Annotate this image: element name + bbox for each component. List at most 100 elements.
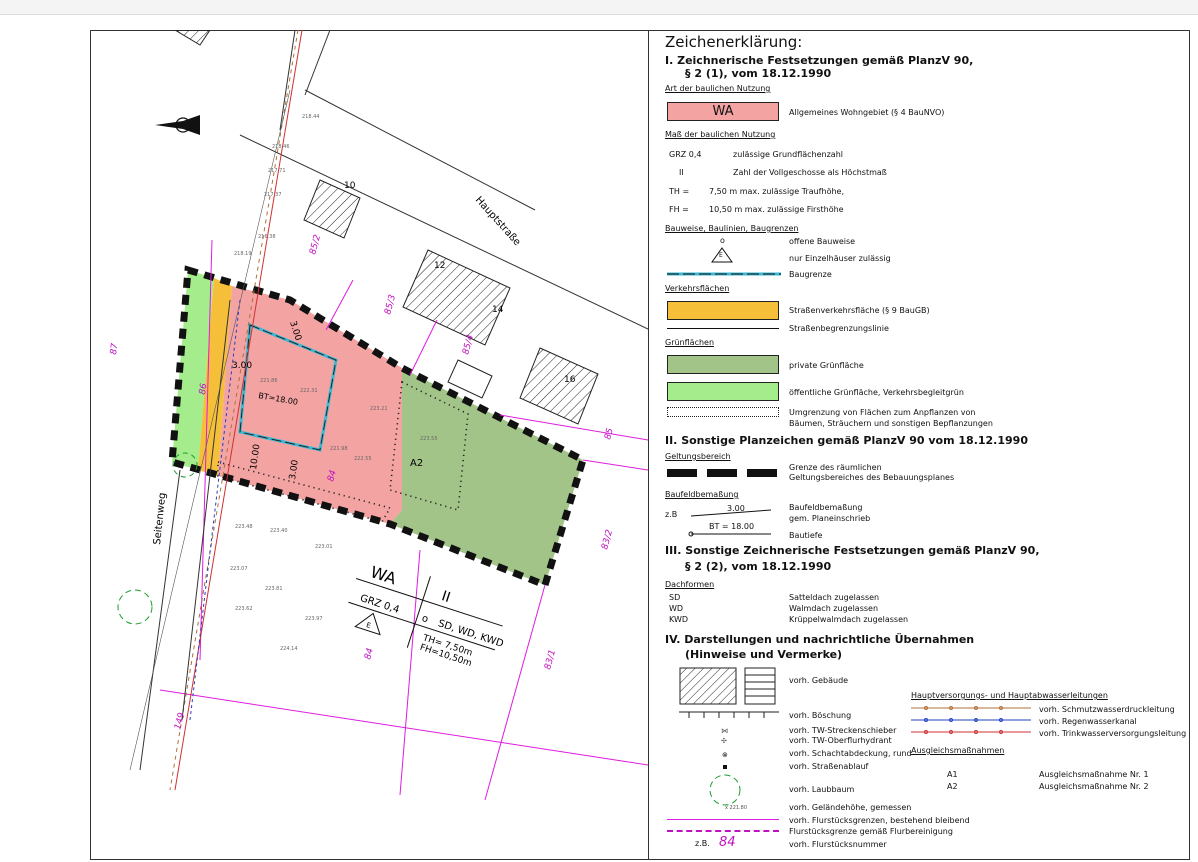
street-label-side: Seitenweg (152, 492, 168, 545)
template-e: E (365, 621, 372, 630)
parcel-85-3: 85/3 (383, 293, 398, 315)
building-icon (679, 667, 776, 705)
public-green-text: öffentliche Grünfläche, Verkehrsbegleitg… (789, 388, 964, 397)
wa-swatch: WA (667, 102, 779, 121)
parcel-line-new (667, 830, 779, 832)
building-text: vorh. Gebäude (789, 676, 849, 685)
utility-heading: Hauptversorgungs- und Hauptabwasserleitu… (911, 691, 1108, 700)
svg-text:223.62: 223.62 (235, 606, 253, 612)
parcel-existing-text: vorh. Flurstücksgrenzen, bestehend bleib… (789, 816, 970, 825)
baugrenze-text: Baugrenze (789, 270, 832, 279)
svg-text:223.07: 223.07 (230, 566, 248, 572)
planting-swatch (667, 407, 779, 417)
baufeld-text-3: Bautiefe (789, 531, 823, 540)
house-number-10: 10 (344, 181, 356, 191)
geltung-symbol (667, 469, 781, 477)
house-number-14: 14 (492, 305, 504, 315)
svg-text:222.31: 222.31 (300, 388, 318, 394)
house-top (174, 30, 211, 46)
kwd-text: Krüppelwalmdach zugelassen (789, 615, 909, 624)
svg-text:221.86: 221.86 (260, 378, 278, 384)
parcel-85-2: 85/2 (308, 233, 323, 255)
svg-text:223.40: 223.40 (270, 528, 288, 534)
svg-text:224.14: 224.14 (280, 646, 298, 652)
svg-text:223.21: 223.21 (370, 406, 388, 412)
sd-code: SD (669, 593, 681, 602)
kwd-code: KWD (669, 615, 689, 624)
art-heading: Art der baulichen Nutzung (665, 84, 771, 93)
wa-area (218, 286, 402, 524)
manhole-icon: ⊗ (722, 751, 728, 759)
parcel-83-2: 83/2 (600, 528, 615, 550)
wa-text: Allgemeines Wohngebiet (§ 4 BauNVO) (789, 108, 945, 117)
a2-text: Ausgleichsmaßnahme Nr. 2 (1039, 782, 1149, 791)
sd-text: Satteldach zugelassen (789, 593, 880, 602)
valve-icon: ⋈ (721, 727, 728, 735)
section-3-title: III. Sonstige Zeichnerische Festsetzunge… (665, 544, 1040, 557)
parcel-84-b: 84 (363, 647, 376, 661)
street-label-main: Hauptstraße (473, 195, 523, 248)
sewage-text: vorh. Schmutzwasserdruckleitung (1039, 705, 1175, 714)
geltung-text-1: Grenze des räumlichen (789, 463, 882, 472)
legend-panel: Zeichenerklärung: I. Zeichnerische Fests… (648, 30, 1198, 860)
dim-3-00-a: 3.00 (232, 361, 252, 371)
sbl-text: Straßenbegrenzungslinie (789, 324, 889, 333)
baugrenze-symbol (667, 272, 781, 276)
th-text: 7,50 m max. zulässige Traufhöhe, (709, 187, 844, 196)
rain-text: vorh. Regenwasserkanal (1039, 717, 1137, 726)
verkehr-text: Straßenverkehrsfläche (§ 9 BauGB) (789, 306, 930, 315)
section-1-subtitle: § 2 (1), vom 18.12.1990 (685, 67, 832, 80)
wd-code: WD (669, 604, 684, 613)
parcel-new-text: Flurstücksgrenze gemäß Flurbereinigung (789, 827, 953, 836)
o-code: o (720, 236, 725, 245)
section-2-title: II. Sonstige Planzeichen gemäß PlanzV 90… (665, 434, 1028, 447)
private-green-swatch (667, 355, 779, 374)
planting-text-2: Bäumen, Sträuchern und sonstigen Bepflan… (789, 419, 993, 428)
a1-code: A1 (947, 770, 958, 779)
height-sample: x 221.80 (725, 805, 748, 811)
parcel-85: 85 (603, 427, 616, 441)
baufeld-text-2: gem. Planeinschrieb (789, 514, 871, 523)
section-1-title: I. Zeichnerische Festsetzungen gemäß Pla… (665, 54, 974, 67)
fh-code: FH = (669, 205, 689, 214)
utility-lines-legend (911, 706, 1031, 734)
tree-legend-icon (709, 774, 741, 806)
ii-code: II (679, 168, 684, 177)
th-code: TH = (669, 187, 690, 196)
gruen-heading: Grünflächen (665, 338, 715, 347)
wd-text: Walmdach zugelassen (789, 604, 879, 613)
e-text: nur Einzelhäuser zulässig (789, 254, 891, 263)
dach-heading: Dachformen (665, 580, 715, 589)
geltung-text-2: Geltungsbereiches des Bebauungsplanes (789, 473, 955, 482)
template-floors: II (440, 588, 453, 606)
grz-text: zulässige Grundflächenzahl (733, 150, 843, 159)
fh-text: 10,50 m max. zulässige Firsthöhe (709, 205, 844, 214)
tree-text: vorh. Laubbaum (789, 785, 855, 794)
section-4-title: IV. Darstellungen und nachrichtliche Übe… (665, 633, 975, 646)
e-code: E (719, 252, 723, 259)
svg-text:217.37: 217.37 (264, 192, 282, 198)
parcel-87: 87 (109, 342, 121, 355)
svg-text:218.44: 218.44 (302, 114, 320, 120)
toolbar-strip (0, 0, 1198, 15)
embankment-text: vorh. Böschung (789, 711, 852, 720)
hydrant-text: vorh. TW-Oberflurhydrant (789, 736, 892, 745)
baufeld-bt: BT = 18.00 (709, 522, 755, 531)
baufeld-text-1: Baufeldbemaßung (789, 503, 863, 512)
geltung-heading: Geltungsbereich (665, 452, 731, 461)
plan-map: Hauptstraße 10 12 14 16 3.00 3.00 10.00 … (109, 30, 648, 801)
a1-text: Ausgleichsmaßnahme Nr. 1 (1039, 770, 1149, 779)
mass-heading: Maß der baulichen Nutzung (665, 130, 776, 139)
parcel-85-4: 85/4 (461, 333, 476, 355)
parcel-number-text: vorh. Flurstücksnummer (789, 840, 887, 849)
parcel-number-zb: z.B. (695, 839, 710, 848)
parcel-86: 86 (198, 382, 210, 395)
house-number-12: 12 (434, 261, 445, 271)
svg-text:218.19: 218.19 (234, 251, 252, 257)
drain-text: vorh. Straßenablauf (789, 762, 869, 771)
ii-text: Zahl der Vollgeschosse als Höchstmaß (733, 168, 887, 177)
house-number-16: 16 (564, 375, 576, 385)
manhole-text: vorh. Schachtabdeckung, rund (789, 749, 912, 758)
drinking-text: vorh. Trinkwasserversorgungsleitung (1039, 729, 1187, 738)
o-text: offene Bauweise (789, 237, 856, 246)
